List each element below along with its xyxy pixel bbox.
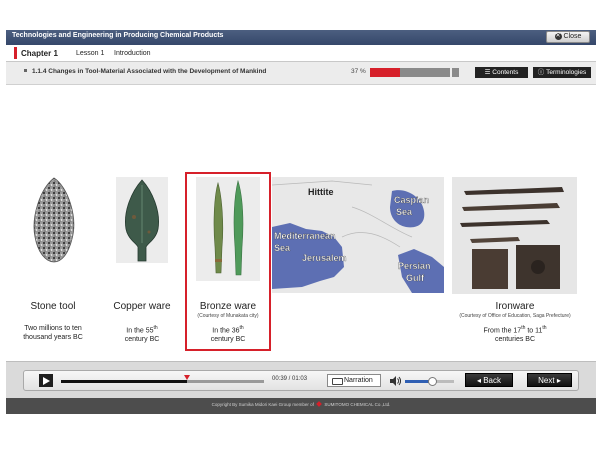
help-icon: ⓘ <box>537 69 545 76</box>
era-line1: From the 17th to 11th <box>483 325 547 335</box>
close-label: Close <box>563 33 582 40</box>
terminologies-button[interactable]: ⓘ Terminologies <box>533 67 591 78</box>
chapter-label: Chapter 1 <box>21 49 58 58</box>
item-era: From the 17th to 11th centuries BC <box>440 324 590 344</box>
map-label-jerusalem: Jerusalem <box>302 253 347 263</box>
copyright-prefix: Copyright By Sumika Midori Kaei Group me… <box>211 402 314 407</box>
progress-fill <box>370 68 400 77</box>
play-icon <box>43 377 50 385</box>
sumitomo-logo-icon <box>316 401 322 407</box>
era-line1: Two millions to ten <box>24 325 82 332</box>
slide-content: Stone tool Two millions to ten thousand … <box>6 85 596 361</box>
lesson-label: Lesson 1 <box>76 50 105 57</box>
era-line2: thousand years BC <box>23 334 83 341</box>
map-label-persian: Persian <box>398 261 431 271</box>
close-icon: ✕ <box>554 32 562 40</box>
next-arrow-icon: ▸ <box>556 376 561 385</box>
item-era: In the 55th century BC <box>102 324 182 344</box>
back-arrow-icon: ◂ <box>476 376 481 385</box>
item-era: Two millions to ten thousand years BC <box>14 324 92 342</box>
progress-label: 37 % <box>351 68 366 75</box>
ironware-image <box>452 177 577 294</box>
contents-button[interactable]: ☰ Contents <box>475 67 528 78</box>
copyright-text: Copyright By Sumika Midori Kaei Group me… <box>6 401 596 407</box>
seek-bar[interactable] <box>61 375 264 383</box>
map-label-caspian-sea: Sea <box>396 207 413 217</box>
close-button[interactable]: ✕ Close <box>546 31 590 43</box>
seek-marker[interactable] <box>183 375 190 380</box>
chapter-bar: Chapter 1 Lesson 1 Introduction <box>6 45 596 62</box>
copyright-company: SUMITOMO CHEMICAL Co.,Ltd. <box>324 402 391 407</box>
progress-end-block <box>452 68 459 77</box>
section-bullet <box>24 69 27 72</box>
map-label-hittite: Hittite <box>308 187 334 197</box>
footer: Copyright By Sumika Midori Kaei Group me… <box>6 398 596 414</box>
volume-knob[interactable] <box>427 377 437 386</box>
volume-slider[interactable] <box>405 377 454 386</box>
map-label-gulf: Gulf <box>406 273 425 283</box>
narration-label: Narration <box>344 377 373 384</box>
item-stone-tool: Stone tool Two millions to ten thousand … <box>14 85 92 361</box>
stone-tool-image <box>33 177 75 263</box>
item-name: Ironware <box>495 301 535 312</box>
narration-button[interactable]: Narration <box>327 374 381 387</box>
item-ironware: Ironware (Courtesy of Office of Educatio… <box>440 85 590 361</box>
map-image: Hittite Caspian Sea Mediterranean Sea Je… <box>272 177 444 293</box>
back-label: Back <box>483 376 502 385</box>
section-bar: 1.1.4 Changes in Tool-Material Associate… <box>6 62 596 85</box>
progress-bar <box>370 68 450 77</box>
era-line2: centuries BC <box>494 336 536 344</box>
era-line1: In the 55th <box>126 325 158 335</box>
section-title: 1.1.4 Changes in Tool-Material Associate… <box>32 68 267 75</box>
next-label: Next <box>538 376 555 385</box>
lesson-title: Introduction <box>114 50 151 57</box>
title-bar: Technologies and Engineering in Producin… <box>6 30 596 45</box>
back-button[interactable]: ◂ Back <box>465 373 513 387</box>
highlight-frame <box>185 172 271 351</box>
time-display: 00:39 / 01:03 <box>272 376 308 382</box>
map-label-mediterranean-sea: Sea <box>274 243 291 253</box>
item-credit: (Courtesy of Office of Education, Saga P… <box>459 313 571 319</box>
chapter-marker <box>14 47 17 59</box>
seek-fill <box>61 380 187 383</box>
item-name: Copper ware <box>113 301 171 312</box>
era-line2: century BC <box>124 336 160 344</box>
map-label-mediterranean: Mediterranean <box>274 231 336 241</box>
caption-icon <box>332 378 343 385</box>
speaker-icon[interactable] <box>390 376 401 386</box>
player-control-bar: 00:39 / 01:03 Narration ◂ Back Next ▸ <box>6 361 596 398</box>
window-title: Technologies and Engineering in Producin… <box>12 32 224 39</box>
play-button[interactable] <box>39 374 53 387</box>
item-copper-ware: Copper ware In the 55th century BC <box>102 85 182 361</box>
app-window: Technologies and Engineering in Producin… <box>6 30 596 418</box>
player-controls: 00:39 / 01:03 Narration ◂ Back Next ▸ <box>23 370 579 391</box>
terminologies-label: Terminologies <box>546 69 587 76</box>
copper-ware-image <box>116 177 168 263</box>
contents-label: Contents <box>492 69 519 76</box>
list-icon: ☰ <box>484 69 491 76</box>
map-label-caspian: Caspian <box>394 195 429 205</box>
next-button[interactable]: Next ▸ <box>527 373 572 387</box>
item-name: Stone tool <box>30 301 76 312</box>
